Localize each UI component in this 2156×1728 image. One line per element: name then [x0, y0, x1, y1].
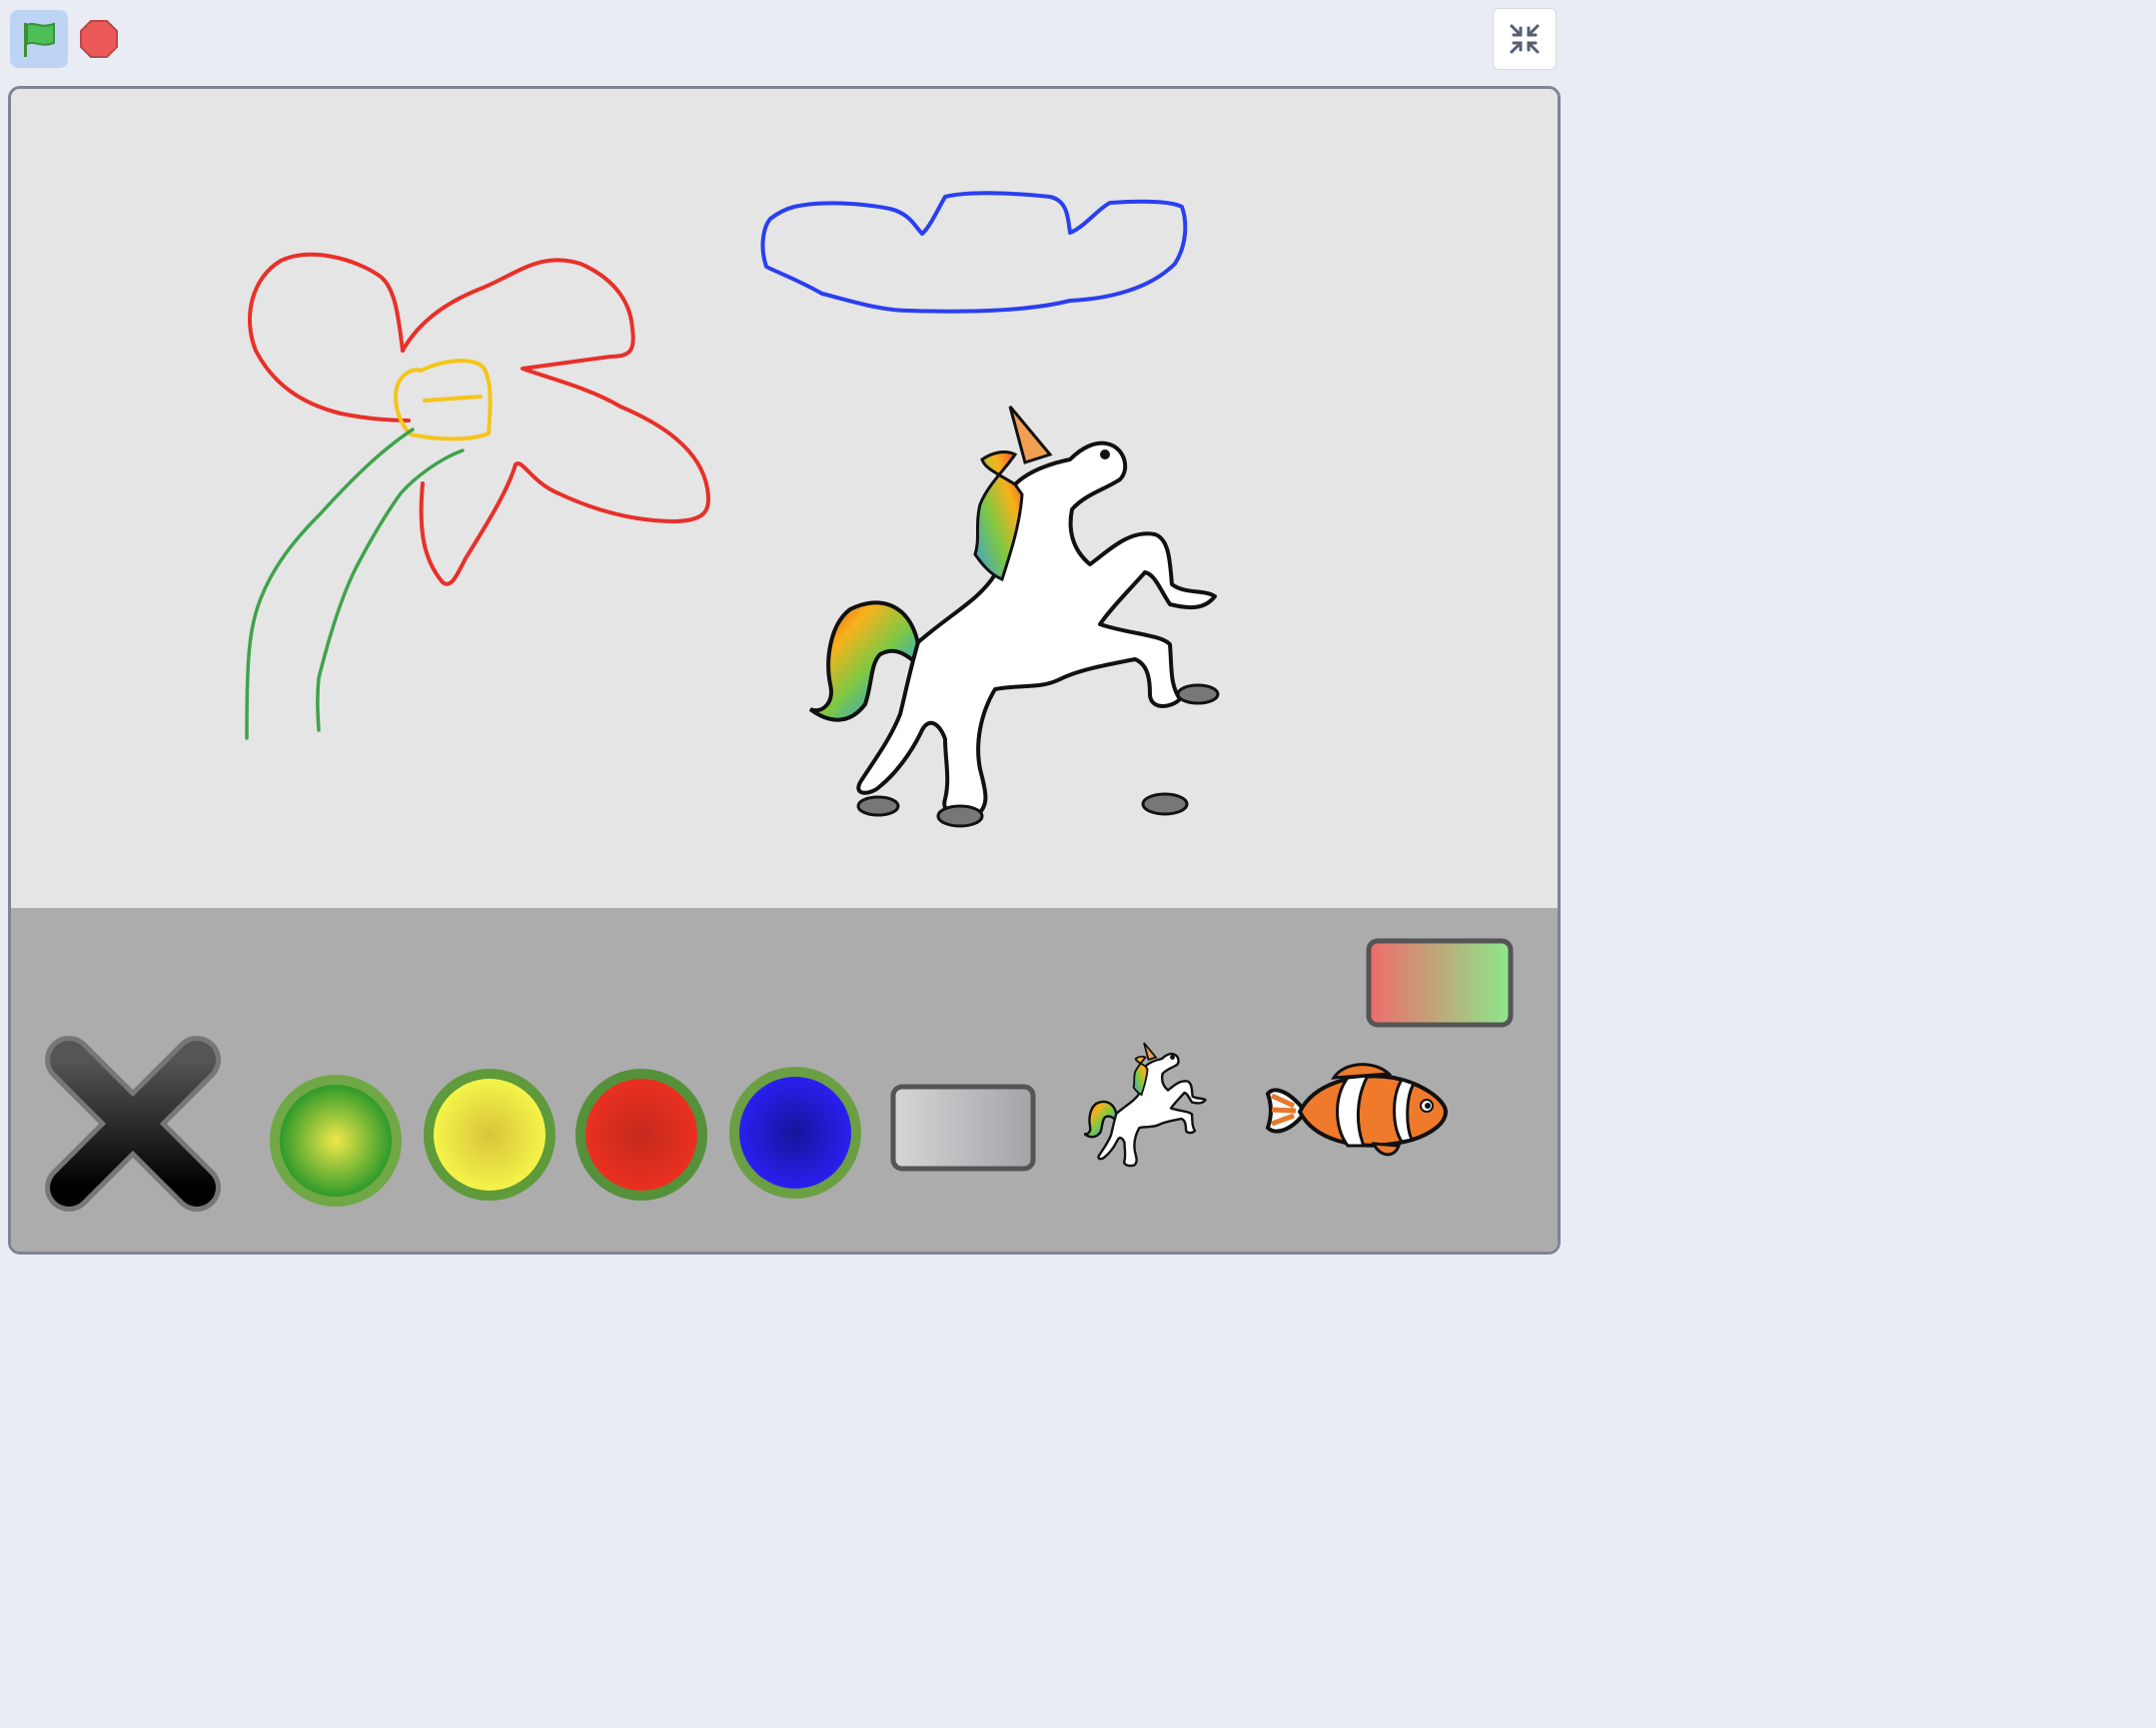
flower-center-stroke [394, 359, 493, 441]
red-pen-button[interactable] [572, 1066, 710, 1204]
drawing-canvas[interactable] [11, 89, 1558, 908]
flower-petals-stroke [248, 252, 710, 586]
stage-toolbar [0, 0, 1567, 78]
tool-palette [11, 908, 1558, 1252]
unicorn-sprite-choice[interactable] [1084, 1042, 1210, 1172]
flower-stems-stroke [245, 428, 465, 740]
green-flag-button[interactable] [10, 10, 68, 68]
blue-pen-button[interactable] [726, 1064, 864, 1202]
x-icon [45, 1036, 221, 1212]
yellow-pen-button[interactable] [421, 1066, 558, 1204]
stage [8, 86, 1561, 1255]
eraser-button[interactable] [890, 1084, 1036, 1174]
green-pen-button[interactable] [267, 1072, 405, 1210]
unicorn-sprite[interactable] [808, 406, 1220, 828]
unfullscreen-icon [1510, 24, 1540, 54]
clear-button[interactable] [41, 1032, 225, 1216]
stop-button[interactable] [76, 14, 122, 64]
green-flag-icon [24, 22, 55, 57]
cloud-stroke [760, 191, 1188, 314]
exit-fullscreen-button[interactable] [1493, 8, 1557, 70]
stop-icon [80, 20, 118, 58]
clownfish-sprite-choice[interactable] [1264, 1056, 1448, 1164]
color-gradient-toggle[interactable] [1366, 938, 1514, 1028]
